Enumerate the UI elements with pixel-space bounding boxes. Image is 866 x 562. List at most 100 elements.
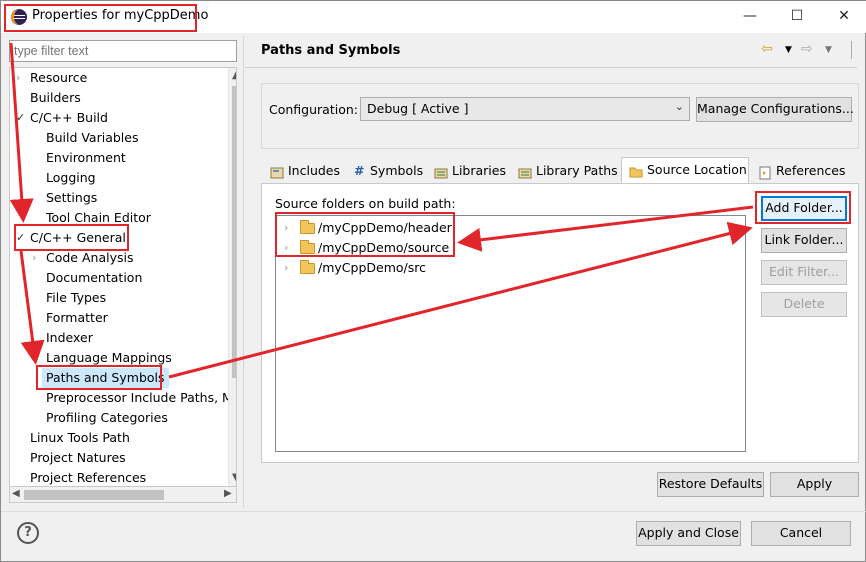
tree-item-label: Linux Tools Path: [30, 430, 130, 445]
libraries-icon: [434, 164, 448, 179]
header-separator: [245, 67, 857, 68]
configuration-select[interactable]: Debug [ Active ] ⌄: [360, 97, 690, 121]
forward-menu-icon[interactable]: ▼: [825, 45, 832, 55]
tree-item-project-natures[interactable]: Project Natures: [30, 448, 126, 468]
tree-horizontal-scrollbar[interactable]: ◀ ▶: [9, 487, 237, 503]
tab-includes[interactable]: Includes: [263, 159, 345, 183]
tree-item-label: C/C++ General: [30, 230, 126, 245]
pane-splitter[interactable]: [243, 36, 244, 508]
list-item[interactable]: › /myCppDemo/src: [282, 258, 426, 278]
chevron-right-icon[interactable]: ›: [284, 218, 288, 238]
tree-item-settings[interactable]: Settings: [46, 188, 97, 208]
tree-item-file-types[interactable]: File Types: [46, 288, 106, 308]
scroll-down-icon[interactable]: ▼: [232, 472, 236, 483]
tree-item-label: File Types: [46, 290, 107, 305]
tree-item-linux-tools-path[interactable]: Linux Tools Path: [30, 428, 130, 448]
link-folder-button[interactable]: Link Folder...: [761, 228, 847, 253]
tree-item-label: C/C++ Build: [30, 110, 108, 125]
delete-button[interactable]: Delete: [761, 292, 847, 317]
tree-item-label: Preprocessor Include Paths, M: [46, 390, 233, 405]
tab-label: Source Location: [647, 162, 747, 177]
scrollbar-thumb[interactable]: [232, 86, 236, 378]
back-icon[interactable]: ⇦: [761, 41, 773, 57]
scroll-up-icon[interactable]: ▲: [232, 70, 236, 81]
tree-item-profiling-categories[interactable]: Profiling Categories: [46, 408, 168, 428]
tab-library-paths[interactable]: Library Paths: [511, 159, 621, 183]
tree-item-label: Indexer: [46, 330, 93, 345]
tree-item-documentation[interactable]: Documentation: [46, 268, 142, 288]
folder-path: /myCppDemo/header: [318, 220, 452, 235]
includes-icon: [270, 164, 284, 179]
source-folders-list: › /myCppDemo/header › /myCppDemo/source …: [275, 215, 746, 452]
scrollbar-thumb[interactable]: [24, 490, 164, 500]
apply-button[interactable]: Apply: [770, 472, 859, 497]
configuration-value: Debug [ Active ]: [367, 101, 469, 116]
list-item[interactable]: › /myCppDemo/header: [282, 218, 452, 238]
library-paths-icon: [518, 164, 532, 179]
page-title: Paths and Symbols: [261, 43, 401, 58]
chevron-right-icon[interactable]: ›: [284, 238, 288, 258]
tree-item-cpp-build[interactable]: ✓ C/C++ Build: [16, 108, 108, 128]
tree-item-resource[interactable]: › Resource: [16, 68, 87, 88]
minimize-button[interactable]: —: [727, 1, 773, 33]
tab-symbols[interactable]: # Symbols: [345, 159, 427, 183]
tree-item-preprocessor-include-paths[interactable]: Preprocessor Include Paths, M: [46, 388, 233, 408]
eclipse-icon: [11, 9, 27, 25]
cancel-button[interactable]: Cancel: [751, 521, 851, 546]
tab-references[interactable]: References: [751, 159, 845, 183]
list-item[interactable]: › /myCppDemo/source: [282, 238, 449, 258]
tree-item-label: Environment: [46, 150, 126, 165]
chevron-right-icon[interactable]: ›: [16, 68, 20, 87]
tree-item-language-mappings[interactable]: Language Mappings: [46, 348, 172, 368]
tree-item-indexer[interactable]: Indexer: [46, 328, 93, 348]
tree-item-label: Settings: [46, 190, 98, 205]
chevron-down-icon[interactable]: ✓: [16, 108, 25, 127]
tree-item-label: Build Variables: [46, 130, 139, 145]
tree-item-tool-chain-editor[interactable]: Tool Chain Editor: [46, 208, 151, 228]
apply-and-close-button[interactable]: Apply and Close: [636, 521, 741, 546]
tree-item-environment[interactable]: Environment: [46, 148, 126, 168]
folder-icon: [300, 220, 315, 234]
tree-item-code-analysis[interactable]: › Code Analysis: [32, 248, 133, 268]
tree-item-label: Logging: [46, 170, 96, 185]
tree-item-build-variables[interactable]: Build Variables: [46, 128, 138, 148]
folder-icon: [300, 240, 315, 254]
tree-item-builders[interactable]: Builders: [30, 88, 81, 108]
tree-item-label: Profiling Categories: [46, 410, 168, 425]
scroll-right-icon[interactable]: ▶: [224, 488, 232, 499]
scroll-left-icon[interactable]: ◀: [12, 488, 20, 499]
tree-item-logging[interactable]: Logging: [46, 168, 96, 188]
tab-source-location[interactable]: Source Location: [621, 157, 749, 184]
chevron-down-icon[interactable]: ✓: [16, 228, 25, 247]
properties-dialog: Properties for myCppDemo — ☐ ✕ › Resource…: [0, 0, 866, 562]
forward-icon[interactable]: ⇨: [801, 41, 813, 57]
tree-item-label: Language Mappings: [46, 350, 172, 365]
help-icon[interactable]: ?: [17, 522, 39, 544]
tree-item-project-references[interactable]: Project References: [30, 468, 146, 486]
tree-item-label: Paths and Symbols: [46, 370, 165, 385]
references-icon: [758, 164, 772, 180]
hash-icon: #: [354, 163, 365, 178]
manage-configurations-button[interactable]: Manage Configurations...: [696, 97, 854, 122]
edit-filter-button[interactable]: Edit Filter...: [761, 260, 847, 285]
folder-path: /myCppDemo/source: [318, 240, 450, 255]
view-menu-divider: [851, 41, 857, 59]
preferences-tree: › Resource Builders ✓ C/C++ Build Build Va…: [9, 67, 237, 487]
tree-vertical-scrollbar[interactable]: ▲ ▼: [228, 68, 236, 486]
tree-item-formatter[interactable]: Formatter: [46, 308, 108, 328]
tab-label: Includes: [288, 163, 341, 178]
close-button[interactable]: ✕: [821, 1, 866, 33]
filter-input[interactable]: [9, 40, 237, 62]
chevron-right-icon[interactable]: ›: [32, 248, 36, 267]
tab-label: Libraries: [452, 163, 506, 178]
tree-item-paths-and-symbols[interactable]: Paths and Symbols: [42, 368, 169, 388]
tree-item-cpp-general[interactable]: ✓ C/C++ General: [16, 228, 126, 248]
back-menu-icon[interactable]: ▼: [785, 45, 792, 55]
title-bar: Properties for myCppDemo — ☐ ✕: [1, 1, 866, 33]
restore-defaults-button[interactable]: Restore Defaults: [657, 472, 764, 497]
add-folder-button[interactable]: Add Folder...: [761, 196, 847, 221]
maximize-button[interactable]: ☐: [774, 1, 820, 33]
chevron-right-icon[interactable]: ›: [284, 258, 288, 278]
tab-libraries[interactable]: Libraries: [427, 159, 511, 183]
source-folders-label: Source folders on build path:: [275, 196, 456, 211]
